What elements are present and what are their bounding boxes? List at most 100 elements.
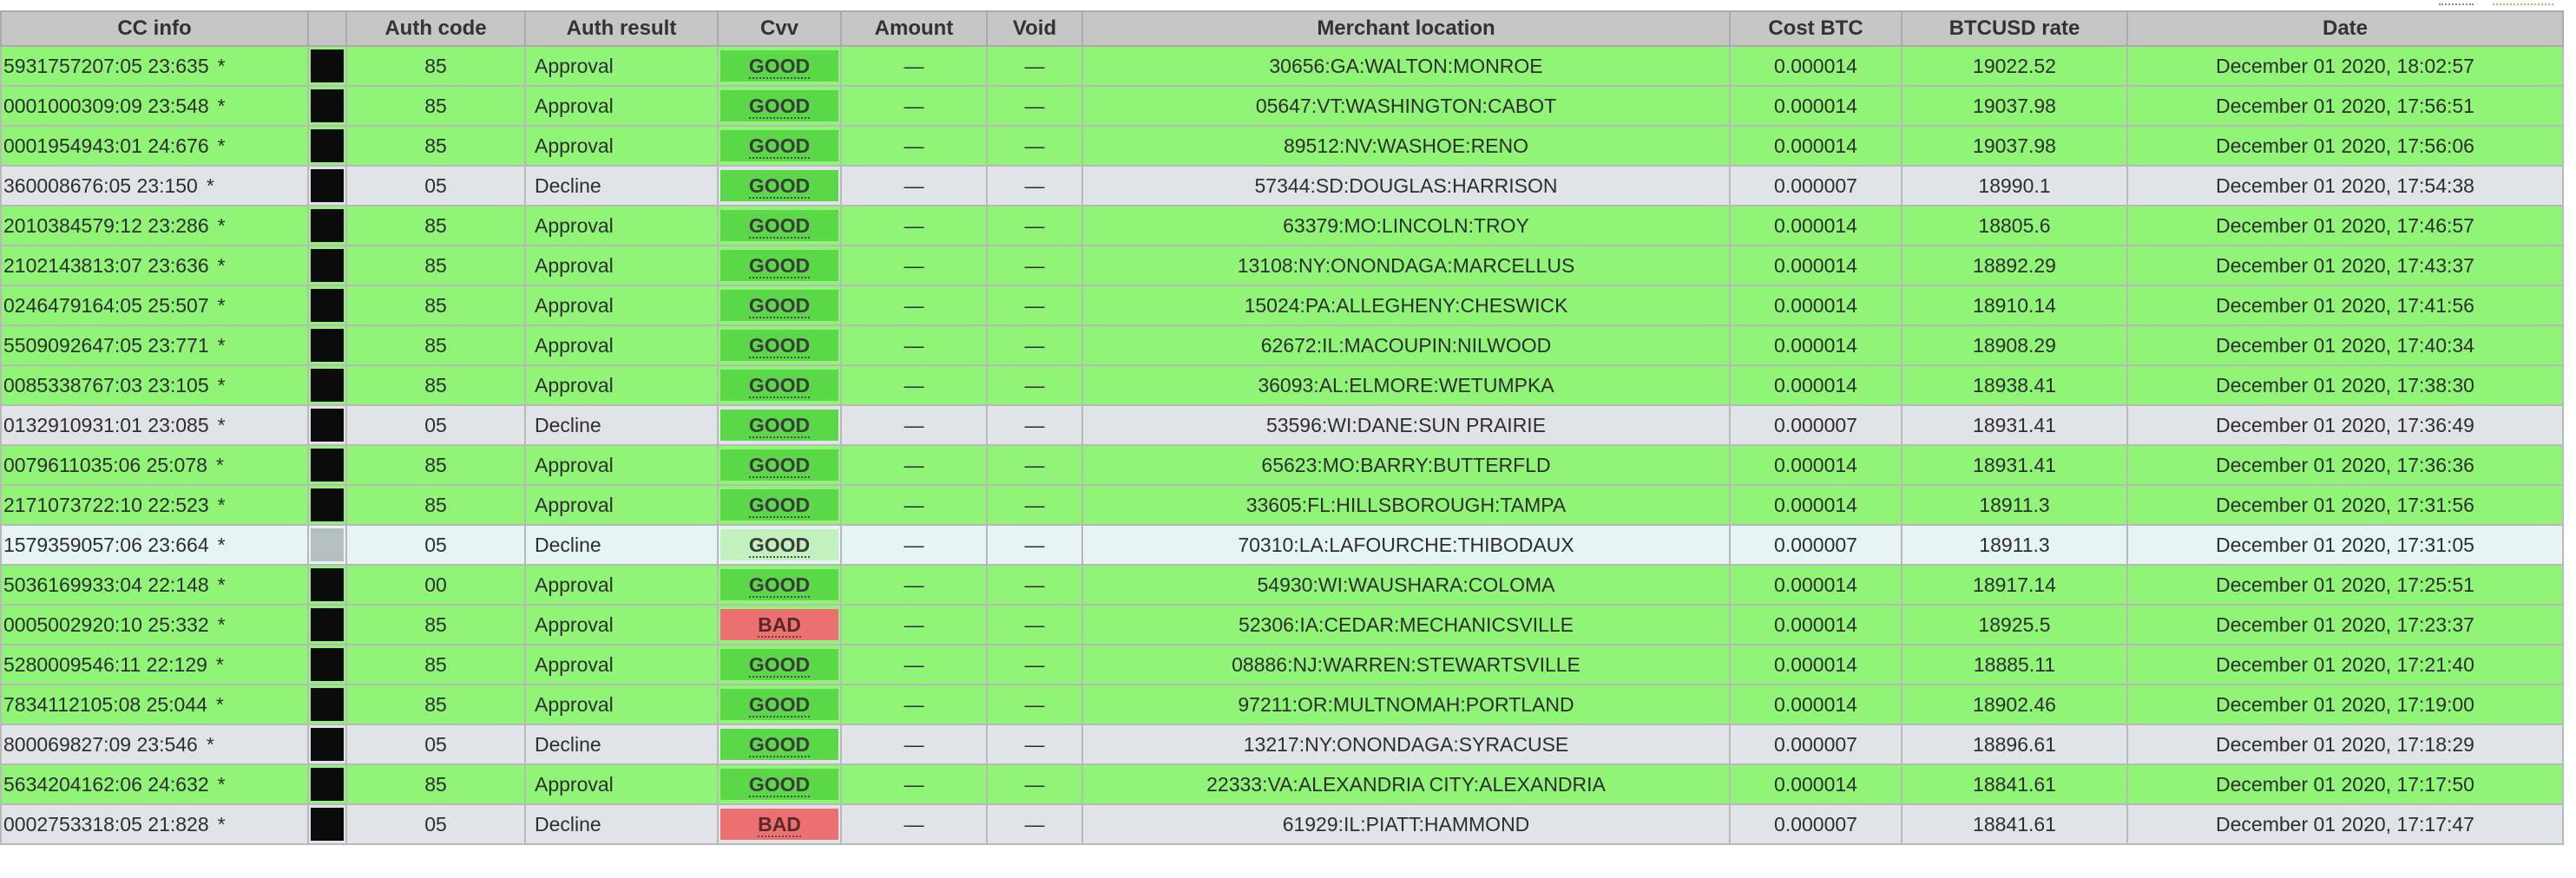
- table-row[interactable]: 0001000309:09 23:548 * 85 Approval GOOD — —056…: [0, 85, 2564, 127]
- column-header-auth-result[interactable]: Auth result: [524, 10, 719, 47]
- card-swatch-cell: [307, 444, 347, 486]
- cost-btc-cell: 0.000014: [1729, 324, 1902, 366]
- column-header-date[interactable]: Date: [2126, 10, 2564, 47]
- top-right-link[interactable]: [2439, 0, 2474, 5]
- card-swatch-icon: [311, 648, 344, 681]
- table-row[interactable]: 0001954943:01 24:676 * 85 Approval GOOD — —895…: [0, 125, 2564, 167]
- cvv-status-badge[interactable]: GOOD: [720, 330, 838, 361]
- amount-cell: —: [840, 724, 988, 765]
- merchant-location-cell: 36093:AL:ELMORE:WETUMPKA: [1081, 364, 1731, 406]
- cvv-status-badge[interactable]: GOOD: [720, 729, 838, 760]
- cvv-status-badge[interactable]: BAD: [720, 809, 838, 840]
- column-header-cvv[interactable]: Cvv: [717, 10, 842, 47]
- cvv-status-badge[interactable]: GOOD: [720, 90, 838, 121]
- table-row[interactable]: 0079611035:06 25:078 * 85 Approval GOOD — —656…: [0, 444, 2564, 486]
- btcusd-rate-cell: 18911.3: [1901, 524, 2128, 566]
- star-marker: *: [217, 134, 226, 157]
- cvv-status-badge[interactable]: GOOD: [720, 489, 838, 521]
- date-cell: December 01 2020, 17:46:57: [2126, 205, 2564, 246]
- merchant-location-cell: 97211:OR:MULTNOMAH:PORTLAND: [1081, 684, 1731, 725]
- table-row[interactable]: 0085338767:03 23:105 * 85 Approval GOOD — —360…: [0, 364, 2564, 406]
- card-swatch-icon: [311, 608, 344, 641]
- table-row[interactable]: 5280009546:11 22:129 * 85 Approval GOOD — —088…: [0, 644, 2564, 685]
- cvv-status-badge[interactable]: GOOD: [720, 769, 838, 800]
- date-cell: December 01 2020, 17:25:51: [2126, 564, 2564, 606]
- cost-btc-cell: 0.000007: [1729, 803, 1902, 845]
- merchant-location-cell: 52306:IA:CEDAR:MECHANICSVILLE: [1081, 604, 1731, 645]
- table-row[interactable]: 2010384579:12 23:286 * 85 Approval GOOD — —633…: [0, 205, 2564, 246]
- table-body: 5931757207:05 23:635 * 85 Approval GOOD — —306…: [0, 45, 2564, 845]
- table-row[interactable]: 5931757207:05 23:635 * 85 Approval GOOD — —306…: [0, 45, 2564, 87]
- cc-info-value: 0079611035:06 25:078: [3, 453, 207, 476]
- auth-result-cell: Decline: [524, 724, 719, 765]
- column-header-merchant-location[interactable]: Merchant location: [1081, 10, 1731, 47]
- table-row[interactable]: 0002753318:05 21:828 * 05 Decline BAD — —61929…: [0, 803, 2564, 845]
- top-right-link-alt[interactable]: [2493, 0, 2553, 5]
- merchant-location-cell: 33605:FL:HILLSBOROUGH:TAMPA: [1081, 484, 1731, 526]
- cvv-cell: GOOD: [717, 484, 842, 526]
- column-header-void[interactable]: Void: [986, 10, 1083, 47]
- table-row[interactable]: 5634204162:06 24:632 * 85 Approval GOOD — —223…: [0, 763, 2564, 805]
- table-row[interactable]: 2171073722:10 22:523 * 85 Approval GOOD — —336…: [0, 484, 2564, 526]
- auth-code-cell: 85: [345, 604, 526, 645]
- cvv-status-badge[interactable]: GOOD: [720, 290, 838, 321]
- date-cell: December 01 2020, 17:41:56: [2126, 285, 2564, 326]
- cvv-status-badge[interactable]: BAD: [720, 609, 838, 640]
- cvv-status-badge[interactable]: GOOD: [720, 649, 838, 680]
- cc-info-cell: 5634204162:06 24:632 *: [0, 763, 309, 805]
- column-header-cc-info[interactable]: CC info: [0, 10, 309, 47]
- cc-info-cell: 360008676:05 23:150 *: [0, 165, 309, 206]
- star-marker: *: [217, 94, 226, 117]
- cvv-status-badge[interactable]: GOOD: [720, 449, 838, 481]
- cvv-status-label: GOOD: [748, 693, 811, 717]
- amount-cell: —: [840, 564, 988, 606]
- table-row[interactable]: 0005002920:10 25:332 * 85 Approval BAD — —5230…: [0, 604, 2564, 645]
- cvv-status-badge[interactable]: GOOD: [720, 170, 838, 201]
- cc-info-value: 0132910931:01 23:085: [3, 413, 209, 436]
- column-header-btcusd-rate[interactable]: BTCUSD rate: [1901, 10, 2128, 47]
- cvv-status-badge[interactable]: GOOD: [720, 250, 838, 281]
- table-row[interactable]: 2102143813:07 23:636 * 85 Approval GOOD — —131…: [0, 245, 2564, 286]
- card-swatch-cell: [307, 45, 347, 87]
- cvv-status-label: BAD: [758, 813, 801, 837]
- auth-code-cell: 85: [345, 205, 526, 246]
- amount-cell: —: [840, 484, 988, 526]
- date-cell: December 01 2020, 17:54:38: [2126, 165, 2564, 206]
- card-swatch-icon: [311, 449, 344, 482]
- table-row[interactable]: 5036169933:04 22:148 * 00 Approval GOOD — —549…: [0, 564, 2564, 606]
- cost-btc-cell: 0.000014: [1729, 684, 1902, 725]
- void-cell: —: [986, 45, 1083, 87]
- cvv-status-badge[interactable]: GOOD: [720, 529, 838, 560]
- cc-info-cell: 5931757207:05 23:635 *: [0, 45, 309, 87]
- cvv-status-label: GOOD: [748, 214, 811, 239]
- cvv-status-label: GOOD: [748, 294, 811, 318]
- cc-info-cell: 1579359057:06 23:664 *: [0, 524, 309, 566]
- cvv-status-badge[interactable]: GOOD: [720, 410, 838, 441]
- column-header-amount[interactable]: Amount: [840, 10, 988, 47]
- table-row[interactable]: 5509092647:05 23:771 * 85 Approval GOOD — —626…: [0, 324, 2564, 366]
- table-row[interactable]: 7834112105:08 25:044 * 85 Approval GOOD — —972…: [0, 684, 2564, 725]
- cc-info-value: 360008676:05 23:150: [3, 174, 198, 197]
- cvv-status-badge[interactable]: GOOD: [720, 130, 838, 161]
- cvv-status-badge[interactable]: GOOD: [720, 370, 838, 401]
- column-header-cost-btc[interactable]: Cost BTC: [1729, 10, 1902, 47]
- table-row[interactable]: 1579359057:06 23:664 * 05 Decline GOOD — —7031…: [0, 524, 2564, 566]
- cc-info-value: 5509092647:05 23:771: [3, 333, 209, 357]
- auth-code-cell: 85: [345, 684, 526, 725]
- cvv-status-badge[interactable]: GOOD: [720, 210, 838, 241]
- cvv-status-badge[interactable]: GOOD: [720, 50, 838, 82]
- table-row[interactable]: 0132910931:01 23:085 * 05 Decline GOOD — —5359…: [0, 404, 2564, 446]
- btcusd-rate-cell: 18938.41: [1901, 364, 2128, 406]
- cvv-status-badge[interactable]: GOOD: [720, 689, 838, 720]
- btcusd-rate-cell: 18910.14: [1901, 285, 2128, 326]
- amount-cell: —: [840, 364, 988, 406]
- void-cell: —: [986, 644, 1083, 685]
- table-row[interactable]: 0246479164:05 25:507 * 85 Approval GOOD — —150…: [0, 285, 2564, 326]
- column-header-auth-code[interactable]: Auth code: [345, 10, 526, 47]
- table-row[interactable]: 360008676:05 23:150 * 05 Decline GOOD — —57344…: [0, 165, 2564, 206]
- cvv-status-badge[interactable]: GOOD: [720, 569, 838, 600]
- table-row[interactable]: 800069827:09 23:546 * 05 Decline GOOD — —13217…: [0, 724, 2564, 765]
- card-swatch-icon: [311, 688, 344, 721]
- card-swatch-icon: [311, 369, 344, 402]
- cc-info-cell: 0005002920:10 25:332 *: [0, 604, 309, 645]
